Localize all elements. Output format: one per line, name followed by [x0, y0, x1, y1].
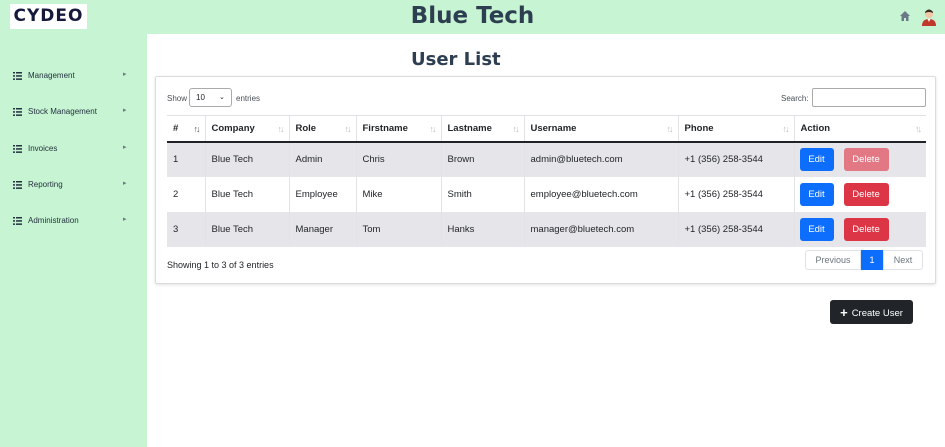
cell-lastname: Hanks	[440, 211, 524, 247]
user-table-card: Show 10 ⌄ entries Search: # ↑↓ Company ↑↓ …	[155, 76, 936, 284]
table-row: 2 Blue Tech Employee Mike Smith employee…	[167, 176, 926, 212]
cell-action: Edit Delete	[793, 211, 926, 247]
delete-button[interactable]: Delete	[843, 182, 889, 206]
cell-role: Employee	[288, 176, 356, 212]
entries-select-value: 10	[196, 93, 205, 102]
column-header-role[interactable]: Role ↑↓	[288, 115, 356, 143]
column-header-firstname[interactable]: Firstname ↑↓	[355, 115, 441, 143]
create-user-button[interactable]: + Create User	[830, 300, 913, 324]
pagination-page-1[interactable]: 1	[861, 250, 883, 270]
table-row: 1 Blue Tech Admin Chris Brown admin@blue…	[167, 141, 926, 177]
edit-button[interactable]: Edit	[799, 182, 834, 206]
create-user-label: Create User	[851, 308, 903, 319]
sort-icon: ↑↓	[512, 124, 520, 134]
sort-ascending-icon: ↑↓	[193, 124, 201, 134]
home-icon[interactable]	[899, 10, 911, 22]
cell-company: Blue Tech	[204, 141, 289, 177]
cell-role: Manager	[288, 211, 356, 247]
chevron-right-icon: ▸	[123, 71, 127, 78]
page-title: User List	[411, 49, 501, 70]
cell-lastname: Brown	[440, 141, 524, 177]
sidebar-item-invoices[interactable]: Invoices ▸	[0, 139, 147, 159]
chevron-right-icon: ▸	[123, 216, 127, 223]
pagination-previous[interactable]: Previous	[805, 250, 861, 270]
list-icon	[13, 108, 22, 116]
sort-icon: ↑↓	[277, 124, 285, 134]
sidebar-item-management[interactable]: Management ▸	[0, 66, 147, 86]
sidebar: Management ▸ Stock Management ▸ Invoices…	[0, 34, 147, 447]
cell-phone: +1 (356) 258-3544	[677, 211, 794, 247]
chevron-right-icon: ▸	[123, 144, 127, 151]
cell-action: Edit Delete	[793, 141, 926, 177]
column-header-phone[interactable]: Phone ↑↓	[677, 115, 794, 143]
cell-company: Blue Tech	[204, 211, 289, 247]
chevron-right-icon: ▸	[123, 107, 127, 114]
table-header-row: # ↑↓ Company ↑↓ Role ↑↓ Firstname ↑↓ Lastnam…	[167, 115, 926, 143]
user-table: # ↑↓ Company ↑↓ Role ↑↓ Firstname ↑↓ Lastnam…	[167, 115, 926, 247]
sort-icon: ↑↓	[666, 124, 674, 134]
chevron-right-icon: ▸	[123, 180, 127, 187]
cell-number: 2	[173, 188, 179, 200]
user-avatar-icon[interactable]	[920, 8, 938, 26]
chevron-down-icon: ⌄	[219, 94, 225, 101]
cell-phone: +1 (356) 258-3544	[677, 141, 794, 177]
sidebar-item-label: Administration	[28, 216, 79, 225]
cell-firstname: Tom	[355, 211, 441, 247]
sort-icon: ↑↓	[782, 124, 790, 134]
column-header-lastname[interactable]: Lastname ↑↓	[440, 115, 524, 143]
list-icon	[13, 145, 22, 153]
delete-button[interactable]: Delete	[843, 217, 889, 241]
entries-per-page-select[interactable]: 10 ⌄	[189, 88, 232, 107]
sidebar-item-reporting[interactable]: Reporting ▸	[0, 175, 147, 195]
show-label: Show	[167, 94, 188, 103]
column-header-action[interactable]: Action ↑↓	[793, 115, 926, 143]
cell-firstname: Chris	[355, 141, 441, 177]
entries-label: entries	[236, 94, 261, 103]
plus-icon: +	[840, 305, 848, 320]
cell-username: employee@bluetech.com	[523, 176, 678, 212]
cell-action: Edit Delete	[793, 176, 926, 212]
search-input[interactable]	[812, 88, 926, 107]
app-title: Blue Tech	[410, 3, 535, 29]
column-header-number[interactable]: # ↑↓	[167, 115, 205, 143]
cell-number: 1	[167, 141, 205, 177]
cell-phone: +1 (356) 258-3544	[677, 176, 794, 212]
list-icon	[13, 217, 22, 225]
sidebar-item-stock-management[interactable]: Stock Management ▸	[0, 102, 147, 122]
cell-username: admin@bluetech.com	[523, 141, 678, 177]
cell-number: 3	[167, 211, 205, 247]
sidebar-item-administration[interactable]: Administration ▸	[0, 211, 147, 231]
delete-button-disabled: Delete	[843, 148, 889, 171]
table-info-text: Showing 1 to 3 of 3 entries	[167, 260, 274, 270]
list-icon	[13, 72, 22, 80]
pagination-next[interactable]: Next	[883, 250, 923, 270]
sidebar-item-label: Stock Management	[28, 107, 97, 116]
sort-icon: ↑↓	[915, 124, 922, 134]
top-header: CYDEO Blue Tech	[0, 0, 945, 34]
cell-company: Blue Tech	[204, 176, 289, 212]
sort-icon: ↑↓	[429, 124, 437, 134]
search-label: Search:	[781, 94, 809, 103]
list-icon	[13, 181, 22, 189]
column-header-company[interactable]: Company ↑↓	[204, 115, 289, 143]
sidebar-item-label: Invoices	[28, 144, 58, 153]
edit-button[interactable]: Edit	[799, 217, 834, 241]
table-row: 3 Blue Tech Manager Tom Hanks manager@bl…	[167, 211, 926, 247]
sort-icon: ↑↓	[344, 124, 352, 134]
sidebar-item-label: Reporting	[28, 180, 63, 189]
cell-lastname: Smith	[440, 176, 524, 212]
column-header-username[interactable]: Username ↑↓	[523, 115, 678, 143]
cell-role: Admin	[288, 141, 356, 177]
edit-button[interactable]: Edit	[799, 148, 834, 171]
cell-username: manager@bluetech.com	[523, 211, 678, 247]
cell-firstname: Mike	[355, 176, 441, 212]
sidebar-item-label: Management	[28, 71, 75, 80]
